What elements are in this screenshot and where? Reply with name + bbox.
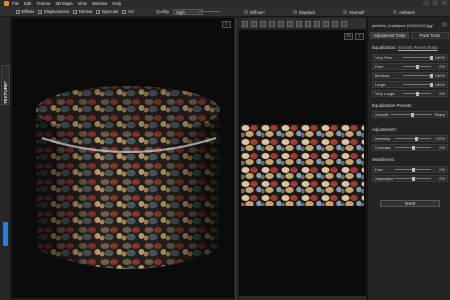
adjustment-panel: pebbles_Imadipsor (020x1200.jpg* Adjustm… bbox=[367, 18, 450, 300]
menu-bar: File Edit Texture 3D Maps View Window He… bbox=[0, 0, 450, 7]
2d-view-toolbar bbox=[239, 18, 366, 29]
dock-handle[interactable] bbox=[3, 222, 8, 246]
map-tab-displace[interactable]: Displace bbox=[292, 10, 315, 15]
view2d-corner-button[interactable]: T bbox=[355, 33, 364, 40]
file-name: pebbles_Imadipsor (020x1200.jpg* bbox=[372, 23, 434, 28]
slider-intensity[interactable]: Intensity: +10% bbox=[372, 135, 448, 142]
cursor-icon[interactable] bbox=[242, 20, 248, 27]
3d-viewport[interactable]: T bbox=[12, 18, 234, 298]
checkbox-icon: ✓ bbox=[122, 9, 127, 14]
view3d-corner-button[interactable]: T bbox=[222, 21, 231, 28]
map-icon bbox=[392, 10, 397, 14]
toggle-normal[interactable]: ✓ Normal bbox=[73, 9, 92, 14]
checkbox-icon: ✓ bbox=[73, 9, 78, 14]
texture-dock-label: TEXTURE* bbox=[3, 81, 8, 104]
texture-image bbox=[241, 124, 364, 206]
tab-adjustment-tools[interactable]: Adjustment Tools bbox=[370, 32, 409, 39]
menu-edit[interactable]: Edit bbox=[24, 1, 31, 6]
save-as-icon[interactable] bbox=[269, 20, 275, 27]
toggle-displacement[interactable]: ✓ Displacement bbox=[38, 9, 69, 14]
crop-icon[interactable] bbox=[332, 20, 338, 27]
map-tabs: Diffuse* Displace Normal* Ambient bbox=[244, 7, 443, 17]
panel-tabs: Adjustment Tools Paint Tools bbox=[370, 32, 449, 39]
minimize-icon[interactable]: – bbox=[423, 0, 430, 6]
menu-3d-maps[interactable]: 3D Maps bbox=[55, 1, 72, 6]
menu-help[interactable]: Help bbox=[112, 1, 121, 6]
checkbox-icon: ✓ bbox=[38, 9, 43, 14]
equalization-heading: Equalization: Smooth Reset Sharp bbox=[372, 45, 438, 50]
2d-texture-view[interactable]: Fit T bbox=[239, 30, 366, 296]
toggle-ao[interactable]: ✓ AO bbox=[122, 9, 134, 14]
status-bar bbox=[239, 296, 366, 300]
map-icon bbox=[343, 10, 348, 14]
save-icon[interactable] bbox=[260, 20, 266, 27]
slider-fine[interactable]: Fine: 0% bbox=[372, 63, 448, 70]
checkbox-icon: ✓ bbox=[96, 9, 101, 14]
slider-very-large[interactable]: Very Large: 0% bbox=[372, 90, 448, 97]
texture-dock-tab[interactable]: TEXTURE* bbox=[1, 65, 10, 105]
copy-icon[interactable] bbox=[287, 20, 293, 27]
maximize-icon[interactable]: □ bbox=[432, 0, 439, 6]
menu-window[interactable]: Window bbox=[92, 1, 107, 6]
presets-heading: Equalization Presets: bbox=[372, 103, 413, 108]
window-controls: – □ × bbox=[423, 0, 448, 6]
map-icon bbox=[292, 10, 297, 14]
view-splitter[interactable] bbox=[235, 18, 238, 300]
menu-texture[interactable]: Texture bbox=[36, 1, 50, 6]
rotate-icon[interactable] bbox=[314, 20, 320, 27]
textured-cylinder-render bbox=[36, 86, 220, 269]
map-tab-normal[interactable]: Normal* bbox=[343, 10, 365, 15]
toggle-diffuse[interactable]: ✓ Diffuse bbox=[16, 9, 34, 14]
slider-preset-smooth-sharp[interactable]: Smooth Sharp bbox=[372, 111, 448, 118]
slider-hue[interactable]: Hue: 0% bbox=[372, 166, 448, 173]
slider-saturation[interactable]: Saturation: 0% bbox=[372, 175, 448, 182]
map-icon bbox=[244, 10, 248, 14]
metalliness-heading: Metalliness: bbox=[372, 157, 395, 162]
equalization-links[interactable]: Smooth Reset Sharp bbox=[398, 45, 438, 50]
tab-paint-tools[interactable]: Paint Tools bbox=[410, 32, 449, 39]
slider-large[interactable]: Large: 100% bbox=[372, 81, 448, 88]
map-tab-ambient[interactable]: Ambient bbox=[392, 10, 415, 15]
quality-control: Quality: High bbox=[156, 8, 204, 15]
toggle-specular[interactable]: ✓ Specular bbox=[96, 9, 118, 14]
app-logo-icon bbox=[4, 1, 9, 6]
invert-button[interactable]: Invert bbox=[380, 200, 440, 207]
flip-icon[interactable] bbox=[323, 20, 329, 27]
menu-file[interactable]: File bbox=[12, 1, 19, 6]
checkbox-icon: ✓ bbox=[16, 9, 20, 14]
slider-contrast[interactable]: Contrast: 0% bbox=[372, 144, 448, 151]
open-icon[interactable] bbox=[251, 20, 257, 27]
close-icon[interactable]: × bbox=[441, 0, 448, 6]
light-slider[interactable] bbox=[198, 11, 220, 12]
tile-icon[interactable] bbox=[341, 20, 347, 27]
map-tab-diffuse[interactable]: Diffuse* bbox=[244, 10, 265, 15]
menu-view[interactable]: View bbox=[78, 1, 87, 6]
redo-icon[interactable] bbox=[305, 20, 311, 27]
undo-icon[interactable] bbox=[296, 20, 302, 27]
quality-label: Quality: bbox=[156, 9, 171, 14]
slider-medium[interactable]: Medium: 100% bbox=[372, 72, 448, 79]
fit-button[interactable]: Fit bbox=[344, 33, 353, 40]
panel-close-icon[interactable] bbox=[442, 22, 447, 27]
slider-very-fine[interactable]: Very Fine: 100% bbox=[372, 54, 448, 61]
toolbar: ✓ Diffuse ✓ Displacement ✓ Normal ✓ Specular… bbox=[0, 7, 450, 17]
adjustments-heading: Adjustments: bbox=[372, 127, 397, 132]
export-icon[interactable] bbox=[278, 20, 284, 27]
left-dock: TEXTURE* bbox=[0, 17, 11, 300]
